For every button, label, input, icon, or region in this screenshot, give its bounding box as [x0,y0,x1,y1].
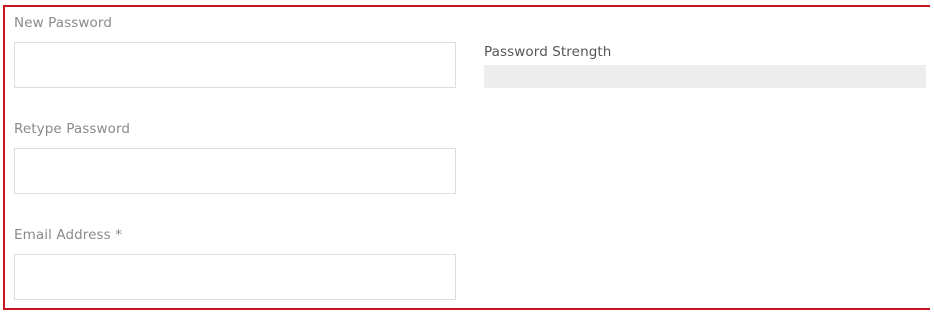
new-password-input[interactable] [14,42,456,88]
new-password-label: New Password [14,15,112,31]
retype-password-label: Retype Password [14,121,131,137]
retype-password-input[interactable] [14,148,456,194]
password-strength-label: Password Strength [484,44,612,60]
email-address-input[interactable] [14,254,456,300]
email-address-label: Email Address * [14,227,123,243]
password-strength-meter [484,65,926,88]
